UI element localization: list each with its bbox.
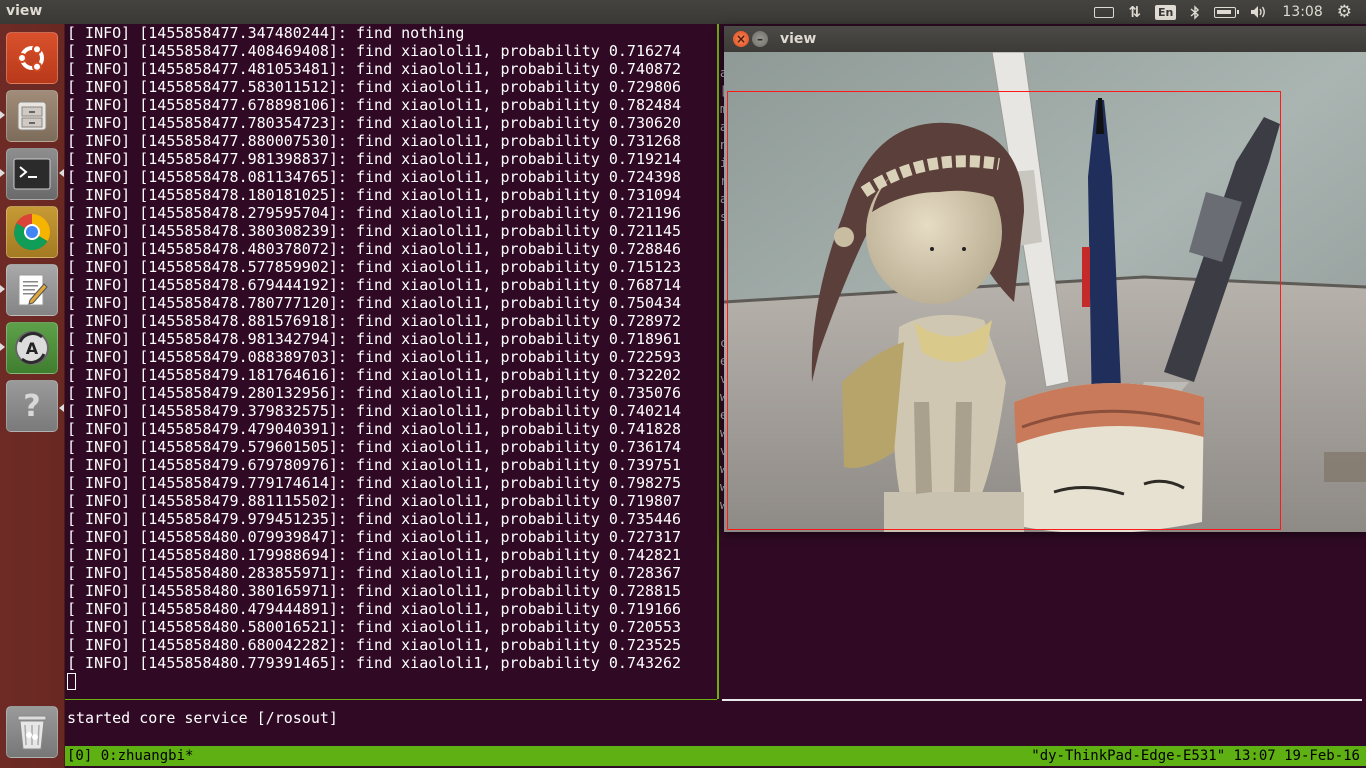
language-indicator[interactable]: En — [1155, 4, 1177, 20]
log-line: [ INFO] [1455858478.081134765]: find xia… — [67, 168, 682, 186]
log-line: [ INFO] [1455858477.880007530]: find xia… — [67, 132, 682, 150]
window-titlebar[interactable]: × – view — [724, 26, 1366, 52]
log-line: [ INFO] [1455858477.780354723]: find xia… — [67, 114, 682, 132]
trash-launcher-button[interactable] — [6, 706, 58, 758]
log-line: [ INFO] [1455858480.479444891]: find xia… — [67, 600, 682, 618]
question-mark-icon: ? — [23, 388, 41, 424]
unknown-app-launcher-button[interactable]: ? — [6, 380, 58, 432]
window-title: view — [780, 31, 817, 47]
log-line: [ INFO] [1455858479.280132956]: find xia… — [67, 384, 682, 402]
software-updater-launcher-button[interactable]: A — [6, 322, 58, 374]
tmux-status-bar: [0] 0:zhuangbi* "dy-ThinkPad-Edge-E531" … — [65, 746, 1366, 766]
log-line: [ INFO] [1455858477.583011512]: find xia… — [67, 78, 682, 96]
close-icon[interactable]: × — [733, 31, 749, 47]
prompt-line[interactable] — [65, 672, 717, 690]
log-line: [ INFO] [1455858479.979451235]: find xia… — [67, 510, 682, 528]
right-pane-line-fragment — [720, 550, 730, 568]
ubuntu-logo-icon — [17, 44, 44, 72]
log-line: [ INFO] [1455858478.279595704]: find xia… — [67, 204, 682, 222]
tmux-pane-roscore[interactable]: started core service [/rosout] — [65, 709, 1362, 729]
log-line: [ INFO] [1455858480.380165971]: find xia… — [67, 582, 682, 600]
settings-gear-icon[interactable]: ⚙ — [1337, 2, 1352, 22]
log-line: [ INFO] [1455858480.580016521]: find xia… — [67, 618, 682, 636]
system-tray: ⇅ En 13:08 ⚙ — [1094, 0, 1366, 24]
terminal-cursor — [67, 673, 76, 690]
roscore-output-line: started core service [/rosout] — [67, 709, 338, 727]
launcher: A ? — [0, 24, 65, 768]
log-line: [ INFO] [1455858480.779391465]: find xia… — [67, 654, 682, 672]
log-line: [ INFO] [1455858477.481053481]: find xia… — [67, 60, 682, 78]
bluetooth-icon[interactable] — [1190, 4, 1200, 20]
camera-image — [724, 52, 1366, 532]
log-line: [ INFO] [1455858478.679444192]: find xia… — [67, 276, 682, 294]
terminal-launcher-button[interactable] — [6, 148, 58, 200]
battery-icon[interactable] — [1214, 6, 1240, 18]
log-line: [ INFO] [1455858478.881576918]: find xia… — [67, 312, 682, 330]
right-pane-line-fragment — [720, 532, 730, 550]
pane-divider-horizontal-left — [65, 699, 717, 700]
volume-icon[interactable] — [1250, 5, 1268, 19]
log-line: [ INFO] [1455858479.579601505]: find xia… — [67, 438, 682, 456]
log-line: [ INFO] [1455858480.179988694]: find xia… — [67, 546, 682, 564]
minimize-icon[interactable]: – — [752, 31, 768, 47]
log-line: [ INFO] [1455858479.181764616]: find xia… — [67, 366, 682, 384]
log-line: [ INFO] [1455858479.679780976]: find xia… — [67, 456, 682, 474]
log-line: [ INFO] [1455858479.088389703]: find xia… — [67, 348, 682, 366]
tmux-pane-log[interactable]: [ INFO] [1455858477.347480244]: find not… — [65, 24, 717, 699]
dash-home-button[interactable] — [6, 32, 58, 84]
text-editor-icon — [18, 274, 48, 306]
right-pane-line-fragment — [720, 568, 730, 586]
software-updater-icon: A — [15, 331, 49, 365]
pane-divider-vertical — [717, 24, 719, 699]
log-line: [ INFO] [1455858480.680042282]: find xia… — [67, 636, 682, 654]
log-line: [ INFO] [1455858479.881115502]: find xia… — [67, 492, 682, 510]
log-line: [ INFO] [1455858477.981398837]: find xia… — [67, 150, 682, 168]
log-line: [ INFO] [1455858479.379832575]: find xia… — [67, 402, 682, 420]
detection-bounding-box — [727, 91, 1281, 530]
active-window-title: view — [6, 3, 43, 19]
log-line: [ INFO] [1455858477.347480244]: find not… — [67, 24, 465, 42]
file-cabinet-icon — [17, 101, 47, 131]
log-line: [ INFO] [1455858479.779174614]: find xia… — [67, 474, 682, 492]
log-line: [ INFO] [1455858478.577859902]: find xia… — [67, 258, 682, 276]
trash-icon — [17, 715, 47, 750]
files-launcher-button[interactable] — [6, 90, 58, 142]
tmux-host-clock: "dy-ThinkPad-Edge-E531" 13:07 19-Feb-16 — [1031, 748, 1360, 764]
svg-text:A: A — [26, 339, 39, 358]
terminal-icon — [13, 158, 51, 190]
log-line: [ INFO] [1455858478.480378072]: find xia… — [67, 240, 682, 258]
pane-divider-horizontal-right — [722, 699, 1362, 701]
log-line: [ INFO] [1455858477.678898106]: find xia… — [67, 96, 682, 114]
log-line: [ INFO] [1455858478.380308239]: find xia… — [67, 222, 682, 240]
top-panel: view ⇅ En 13:08 ⚙ — [0, 0, 1366, 24]
log-line: [ INFO] [1455858480.283855971]: find xia… — [67, 564, 682, 582]
chrome-launcher-button[interactable] — [6, 206, 58, 258]
text-editor-launcher-button[interactable] — [6, 264, 58, 316]
log-line: [ INFO] [1455858477.408469408]: find xia… — [67, 42, 682, 60]
log-line: [ INFO] [1455858478.981342794]: find xia… — [67, 330, 682, 348]
tmux-window-list[interactable]: [0] 0:zhuangbi* — [67, 746, 193, 766]
keyboard-icon[interactable] — [1094, 6, 1115, 18]
network-arrows-icon[interactable]: ⇅ — [1128, 3, 1141, 21]
log-line: [ INFO] [1455858480.079939847]: find xia… — [67, 528, 682, 546]
log-line: [ INFO] [1455858478.780777120]: find xia… — [67, 294, 682, 312]
clock[interactable]: 13:08 — [1282, 4, 1322, 20]
chrome-icon — [13, 214, 51, 251]
log-line: [ INFO] [1455858478.180181025]: find xia… — [67, 186, 682, 204]
image-view-window[interactable]: × – view — [724, 26, 1366, 532]
log-line: [ INFO] [1455858479.479040391]: find xia… — [67, 420, 682, 438]
